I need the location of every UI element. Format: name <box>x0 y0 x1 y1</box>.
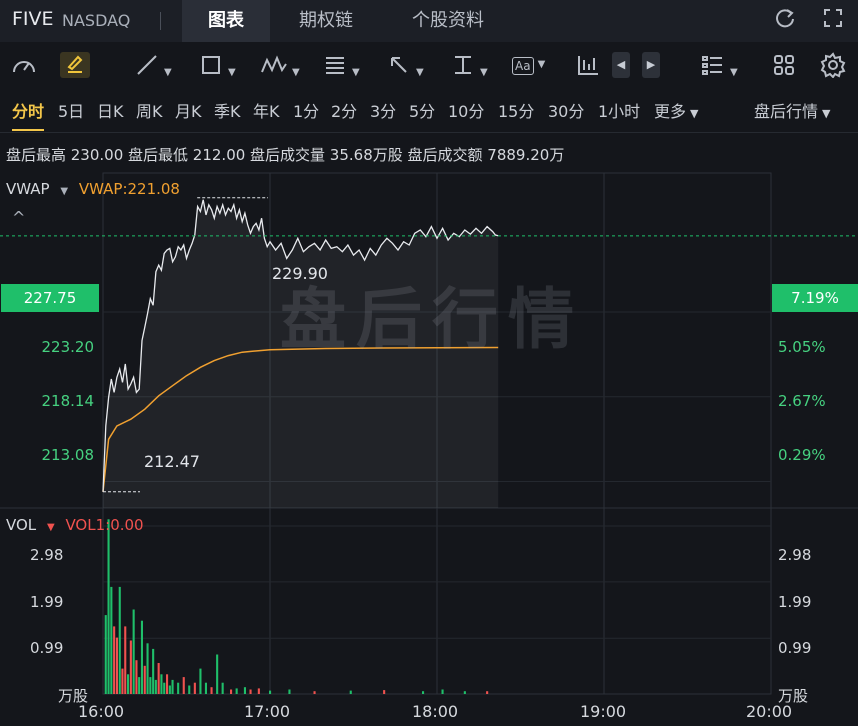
volume-bar <box>463 691 466 694</box>
time-axis-label: 20:00 <box>746 702 793 721</box>
volume-bar <box>257 688 260 694</box>
volume-bar <box>115 637 118 694</box>
vol-axis-label: 2.98 <box>778 546 812 564</box>
low-price-label: 212.47 <box>144 452 200 471</box>
volume-bar <box>249 689 252 694</box>
current-price-tag: 227.75 <box>1 284 99 312</box>
current-pct-tag: 7.19% <box>772 284 858 312</box>
vol-axis-label: 2.98 <box>30 546 64 564</box>
volume-bar <box>166 674 169 694</box>
volume-bar <box>182 677 185 694</box>
volume-bar <box>230 689 233 694</box>
volume-bar <box>104 615 107 694</box>
intraday-chart[interactable] <box>0 0 858 726</box>
volume-bar <box>221 682 224 694</box>
volume-bar <box>163 682 166 694</box>
volume-bar <box>110 586 113 694</box>
volume-bar <box>168 685 171 694</box>
volume-bar <box>160 674 163 694</box>
indicator-name: VWAP <box>6 180 50 198</box>
volume-bar <box>235 688 238 694</box>
volume-bar <box>157 663 160 694</box>
volume-bars <box>104 519 489 694</box>
volume-bar <box>193 682 196 694</box>
volume-bar <box>216 654 219 694</box>
vol-axis-label: 0.99 <box>778 639 812 657</box>
volume-bar <box>152 648 155 694</box>
volume-bar <box>243 687 246 694</box>
volume-bar <box>204 682 207 694</box>
volume-bar <box>313 691 316 694</box>
volume-bar <box>149 677 152 694</box>
volume-bar <box>269 690 272 694</box>
indicator-name: VOL <box>6 516 37 534</box>
price-axis-label: 218.14 <box>41 392 95 410</box>
volume-bar <box>138 677 141 694</box>
price-axis-label: 223.20 <box>41 338 95 356</box>
vol-value: VOL1:0.00 <box>65 516 144 534</box>
pct-axis-label: 5.05% <box>778 338 826 356</box>
vwap-indicator-selector[interactable]: VWAP ▼ VWAP:221.08 <box>6 180 180 198</box>
volume-bar <box>177 682 180 694</box>
caret-down-icon: ▼ <box>60 186 69 197</box>
volume-bar <box>486 691 489 694</box>
vol-indicator-selector[interactable]: VOL ▼ VOL1:0.00 <box>6 516 144 534</box>
time-axis-label: 16:00 <box>78 702 125 721</box>
volume-bar <box>288 689 291 694</box>
volume-bar <box>210 687 213 694</box>
volume-bar <box>118 586 121 694</box>
volume-bar <box>171 679 174 694</box>
volume-bar <box>146 643 149 694</box>
time-axis-label: 18:00 <box>412 702 459 721</box>
volume-bar <box>124 626 127 694</box>
volume-bar <box>135 660 138 694</box>
volume-bar <box>422 691 425 694</box>
volume-bar <box>127 674 130 694</box>
vol-axis-label: 0.99 <box>30 639 64 657</box>
time-axis-label: 19:00 <box>580 702 627 721</box>
vol-axis-label: 1.99 <box>30 593 64 611</box>
pct-axis-label: 0.29% <box>778 446 826 464</box>
volume-bar <box>441 689 444 694</box>
price-axis-label: 213.08 <box>41 446 95 464</box>
volume-bar <box>132 609 135 694</box>
volume-bar <box>199 668 202 694</box>
volume-bar <box>154 679 157 694</box>
caret-down-icon: ▼ <box>46 522 55 533</box>
volume-bar <box>107 519 110 694</box>
vwap-value: VWAP:221.08 <box>78 180 180 198</box>
volume-bar <box>113 626 116 694</box>
time-axis-label: 17:00 <box>244 702 291 721</box>
volume-bar <box>129 640 132 694</box>
chevron-up-icon[interactable]: ^ <box>12 208 25 227</box>
pct-axis-label: 2.67% <box>778 392 826 410</box>
volume-bar <box>349 690 352 694</box>
volume-bar <box>188 685 191 694</box>
volume-bar <box>140 620 143 694</box>
high-price-label: 229.90 <box>272 264 328 283</box>
vol-axis-label: 1.99 <box>778 593 812 611</box>
volume-bar <box>121 668 124 694</box>
volume-bar <box>383 690 386 694</box>
volume-bar <box>143 665 146 694</box>
